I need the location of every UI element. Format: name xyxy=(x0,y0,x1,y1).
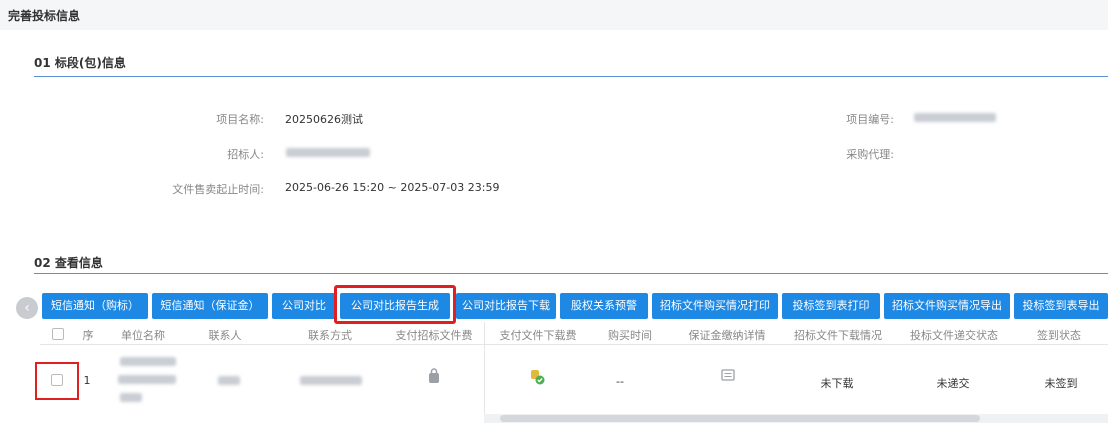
submit-status: 未递交 xyxy=(936,377,970,390)
column-header-download-fee: 支付文件下载费 xyxy=(499,329,577,342)
tenderer-value-redacted xyxy=(286,148,370,157)
column-header-deposit: 保证金缴纳详情 xyxy=(688,329,766,342)
column-header-index: 序 xyxy=(82,329,94,342)
page-header: 完善投标信息 xyxy=(0,0,1108,30)
column-header-purchase-time: 购买时间 xyxy=(608,329,652,342)
coin-check-icon[interactable] xyxy=(527,368,547,390)
project-no-label: 项目编号: xyxy=(846,113,894,126)
scrollbar-thumb[interactable] xyxy=(500,415,980,422)
column-header-doc-fee: 支付招标文件费 xyxy=(395,329,473,342)
table-header-divider xyxy=(40,344,1108,345)
agency-label: 采购代理: xyxy=(846,148,894,161)
project-name-label: 项目名称: xyxy=(216,113,264,126)
section-2-divider xyxy=(34,273,1108,274)
download-status: 未下载 xyxy=(820,377,854,390)
company-name-redacted xyxy=(118,375,176,384)
section-1-divider xyxy=(34,76,1108,77)
company-name-redacted xyxy=(120,357,176,366)
highlight-box-report-generate xyxy=(334,285,456,324)
sale-time-value: 2025-06-26 15:20 ~ 2025-07-03 23:59 xyxy=(285,181,500,194)
contact-redacted xyxy=(218,376,240,385)
signin-status: 未签到 xyxy=(1044,377,1078,390)
company-compare-report-download-button[interactable]: 公司对比报告下载 xyxy=(456,293,556,319)
tenderer-label: 招标人: xyxy=(227,148,264,161)
purchase-print-button[interactable]: 招标文件购买情况打印 xyxy=(652,293,778,319)
document-icon[interactable] xyxy=(718,368,738,386)
equity-warning-button[interactable]: 股权关系预警 xyxy=(560,293,648,319)
section-1-title: 01 标段(包)信息 xyxy=(34,56,126,70)
section-2-title: 02 查看信息 xyxy=(34,256,103,270)
column-header-company: 单位名称 xyxy=(121,329,165,342)
signin-export-button[interactable]: 投标签到表导出 xyxy=(1014,293,1108,319)
sms-deposit-button[interactable]: 短信通知（保证金） xyxy=(152,293,268,319)
purchase-export-button[interactable]: 招标文件购买情况导出 xyxy=(884,293,1010,319)
chevron-left-icon[interactable]: ‹ xyxy=(16,297,38,319)
column-header-contact: 联系人 xyxy=(208,329,242,342)
sms-purchase-button[interactable]: 短信通知（购标） xyxy=(42,293,148,319)
column-header-download-status: 招标文件下载情况 xyxy=(794,329,882,342)
company-compare-button[interactable]: 公司对比 xyxy=(272,293,336,319)
company-name-redacted xyxy=(120,393,142,402)
page-title: 完善投标信息 xyxy=(8,9,81,23)
fixed-column-divider xyxy=(484,322,485,423)
purchase-time: -- xyxy=(616,375,624,388)
project-name-value: 20250626测试 xyxy=(285,113,363,126)
signin-print-button[interactable]: 投标签到表打印 xyxy=(782,293,880,319)
column-header-submit-status: 投标文件递交状态 xyxy=(910,329,998,342)
highlight-box-row-checkbox xyxy=(35,362,79,400)
select-all-checkbox[interactable] xyxy=(52,328,64,340)
phone-redacted xyxy=(300,376,362,385)
project-no-value-redacted xyxy=(914,113,996,122)
row-index: 1 xyxy=(83,374,91,387)
bag-icon xyxy=(424,368,444,388)
column-header-phone: 联系方式 xyxy=(308,329,352,342)
column-header-signin-status: 签到状态 xyxy=(1037,329,1081,342)
sale-time-label: 文件售卖起止时间: xyxy=(172,183,264,196)
